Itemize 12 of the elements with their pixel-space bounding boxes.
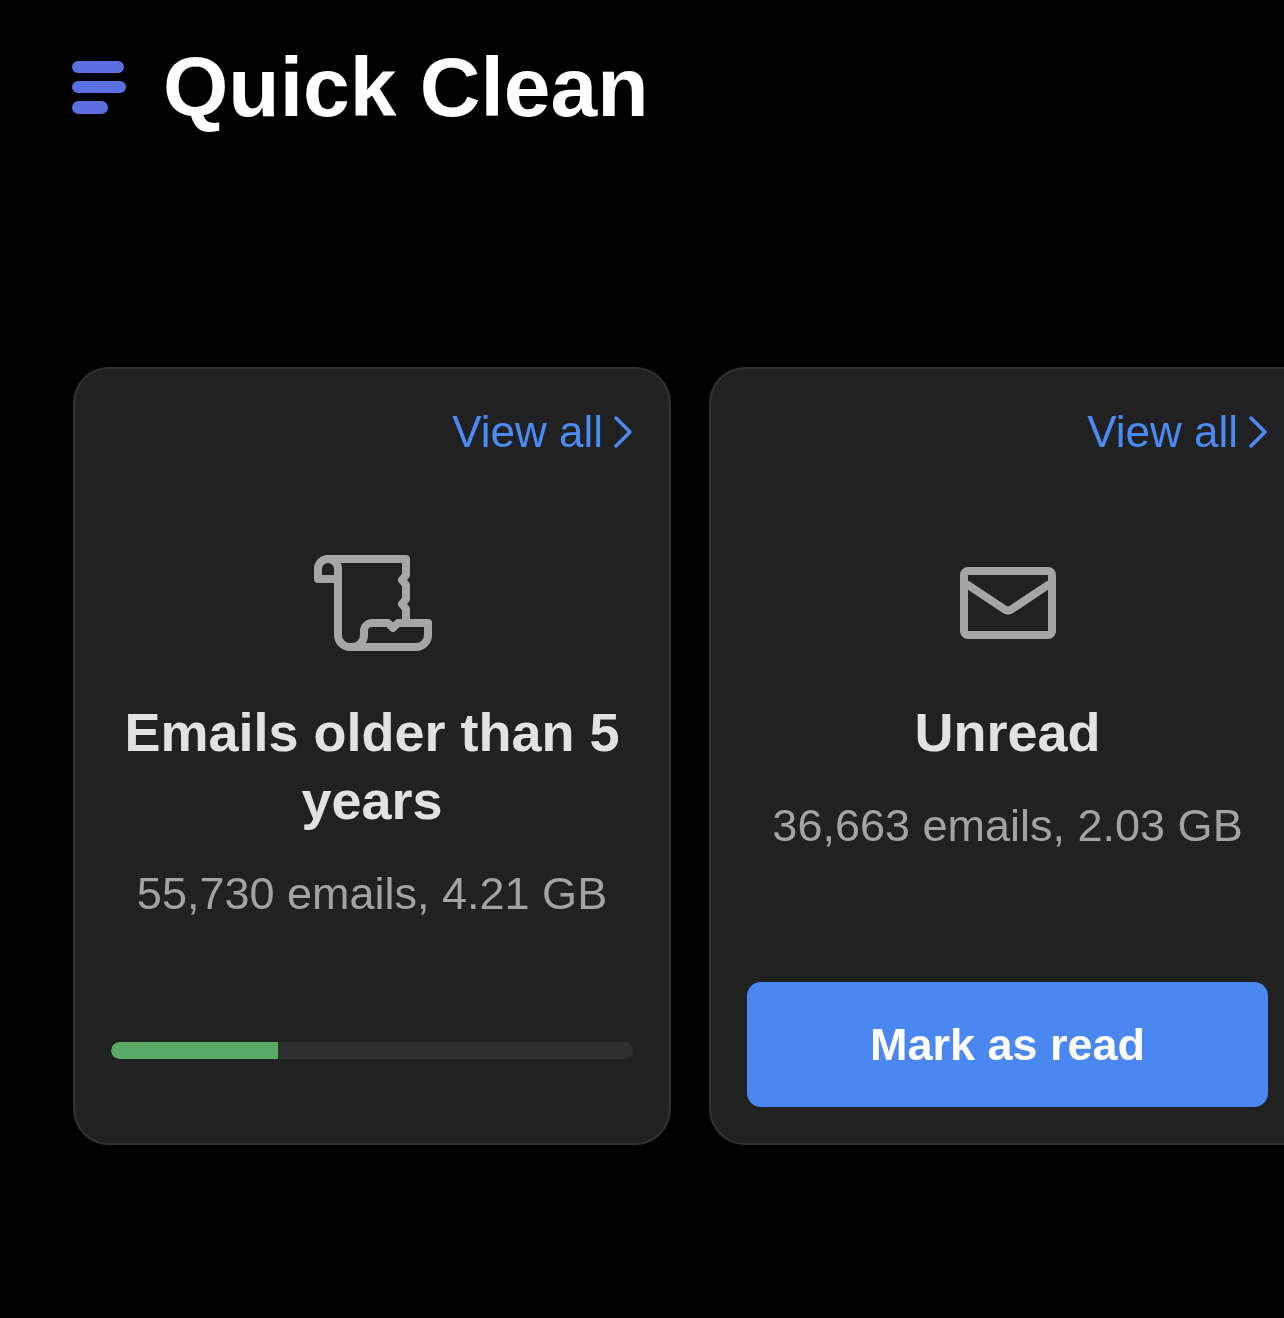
card-title: Emails older than 5 years: [123, 701, 621, 832]
chevron-right-icon: [1248, 415, 1268, 449]
chevron-right-icon: [613, 415, 633, 449]
card-title: Unread: [913, 701, 1102, 764]
card-summary: 55,730 emails, 4.21 GB: [135, 867, 609, 921]
view-all-link[interactable]: View all: [1087, 406, 1268, 458]
card-summary: 36,663 emails, 2.03 GB: [771, 799, 1244, 853]
scroll-icon: [312, 555, 432, 651]
mark-read-button[interactable]: Mark as read: [747, 982, 1268, 1107]
view-all-link[interactable]: View all: [452, 406, 633, 458]
menu-icon[interactable]: [72, 60, 126, 114]
envelope-icon: [959, 567, 1056, 639]
